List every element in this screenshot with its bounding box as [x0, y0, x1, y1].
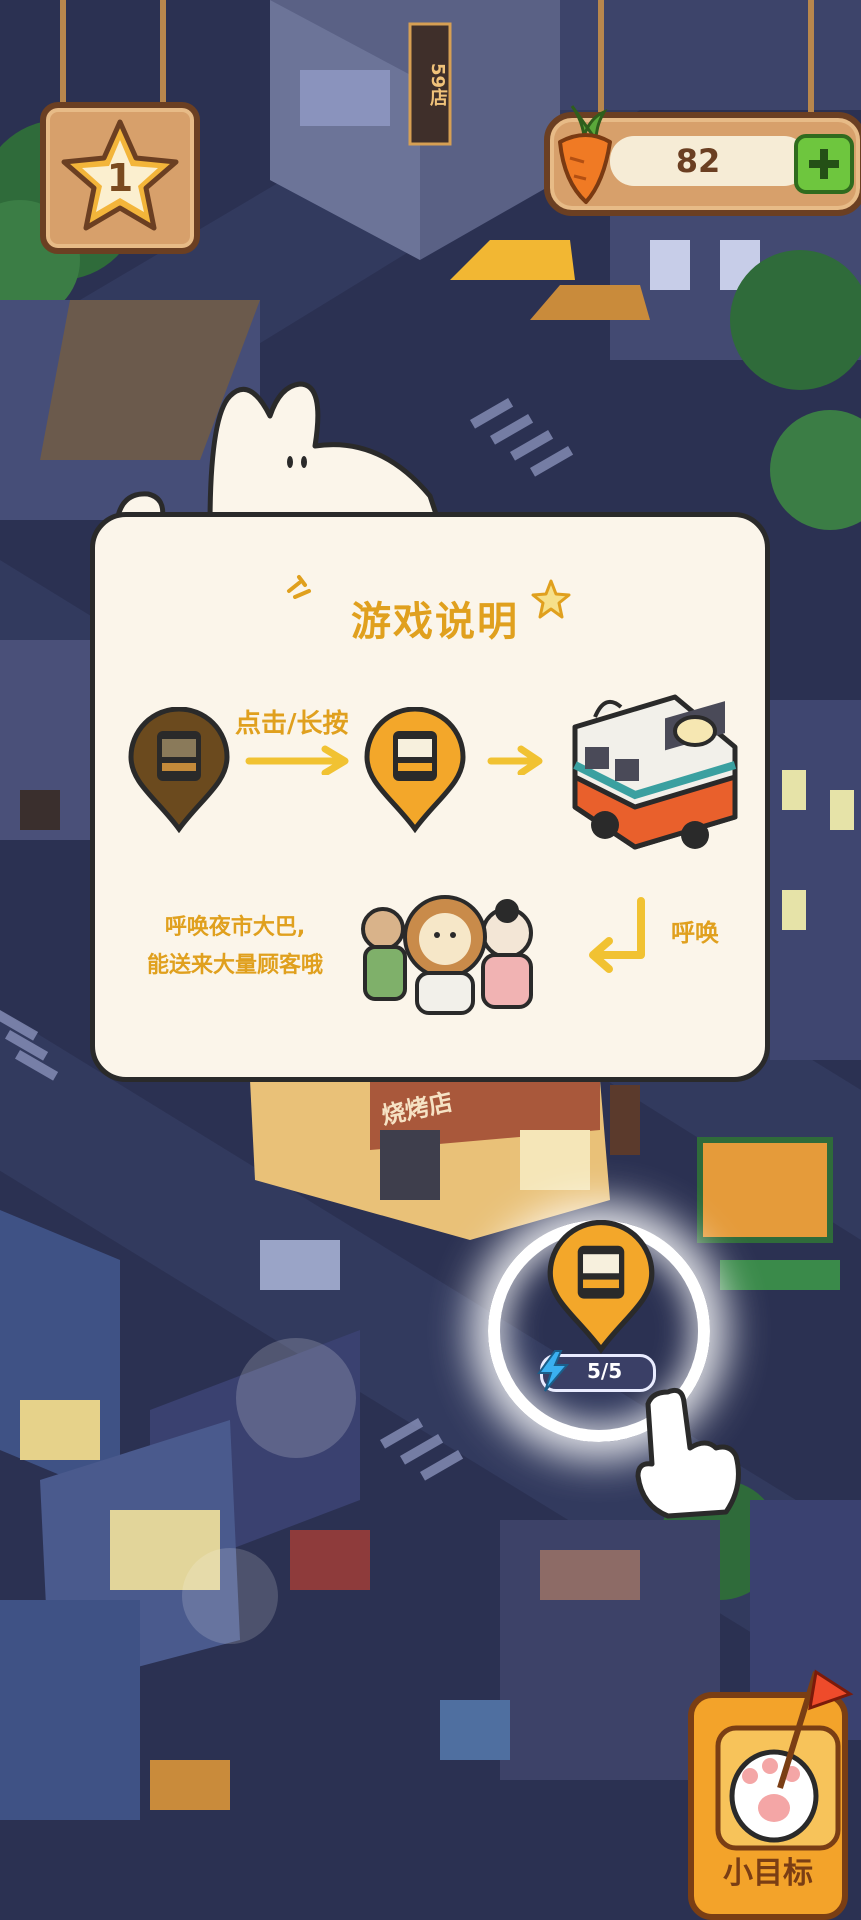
level-badge[interactable]: 1	[40, 102, 200, 254]
level-rope-right	[160, 0, 166, 104]
description-line-1: 呼唤夜市大巴,	[164, 915, 306, 940]
bus-call-button[interactable]	[546, 1220, 656, 1354]
bunny-mascot	[115, 381, 443, 526]
pointing-hand-icon	[635, 1387, 741, 1519]
game-screen: 1 82 游戏说明 点击/长按 呼唤 呼唤夜市大巴, 能送来大量顾客哦 59店 …	[0, 0, 861, 1920]
level-number: 1	[106, 156, 134, 200]
bus-pin-pressed-icon	[128, 707, 230, 833]
level-rope-left	[60, 0, 66, 104]
carrot-count: 82	[675, 142, 721, 180]
building-sign: 59店	[427, 63, 448, 107]
description-line-2: 能送来大量顾客哦	[146, 953, 323, 978]
small-goal-button[interactable]: 小目标	[688, 1669, 854, 1920]
sparkle-icon	[287, 575, 311, 599]
lightning-icon	[537, 1350, 570, 1392]
step-action-label: 点击/长按	[235, 709, 349, 739]
flag-paw-icon	[715, 1669, 854, 1851]
step-result-label: 呼唤	[671, 919, 719, 947]
carrot-currency-bar: 82	[544, 105, 861, 216]
arrow-right-small-icon	[487, 745, 543, 775]
carrot-rope-right	[808, 0, 814, 116]
bus-energy-value: 5/5	[587, 1359, 623, 1383]
carrot-icon	[558, 105, 612, 204]
arrow-right-icon	[245, 745, 349, 775]
tutorial-title: 游戏说明	[351, 599, 519, 645]
night-market-bus-icon	[572, 694, 738, 850]
tutorial-description: 呼唤夜市大巴, 能送来大量顾客哦	[115, 909, 355, 985]
bus-pin-icon	[364, 707, 466, 833]
add-carrots-button[interactable]	[794, 134, 854, 194]
small-goal-label: 小目标	[723, 1856, 813, 1891]
customers-group-icon	[361, 895, 533, 1015]
tutorial-card: 游戏说明 点击/长按 呼唤 呼唤夜市大巴, 能送来大量顾客哦	[90, 512, 770, 1082]
star-sparkle-icon	[531, 579, 571, 619]
arrow-return-icon	[589, 897, 645, 973]
